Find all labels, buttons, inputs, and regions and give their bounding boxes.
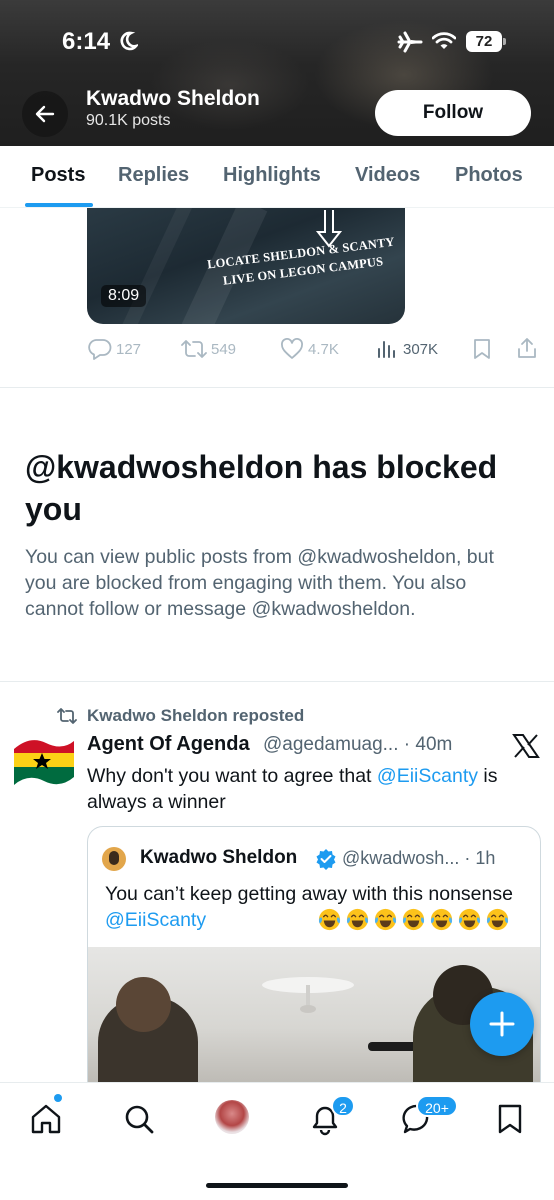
back-button[interactable] <box>22 91 68 137</box>
home-indicator <box>206 1183 348 1188</box>
views-chart-icon <box>378 341 395 358</box>
arrow-left-icon <box>35 105 55 123</box>
profile-avatar-tab[interactable] <box>215 1100 249 1134</box>
repost-count: 549 <box>211 340 237 358</box>
post-divider <box>0 387 554 388</box>
ceiling-fan <box>262 977 354 1013</box>
home-unread-dot <box>54 1094 62 1102</box>
repost-label: Kwadwo Sheldon reposted <box>87 706 305 725</box>
like-count: 4.7K <box>308 340 339 358</box>
heart-icon <box>281 338 303 359</box>
status-time: 6:14 <box>62 28 111 55</box>
laughing-crying-emoji-icon <box>374 908 397 931</box>
laughing-emoji-row <box>317 907 510 932</box>
reply-action[interactable]: 127 <box>88 337 141 361</box>
laughing-crying-emoji-icon <box>458 908 481 931</box>
blocked-message: You can view public posts from @kwadwosh… <box>25 546 494 620</box>
notifications-badge: 2 <box>331 1095 355 1117</box>
moon-icon <box>120 31 138 51</box>
laughing-crying-emoji-icon <box>402 908 425 931</box>
tab-highlights[interactable]: Highlights <box>223 164 321 187</box>
mention-link[interactable]: @EiiScanty <box>377 765 478 787</box>
profile-name: Kwadwo Sheldon <box>86 87 260 110</box>
author-avatar[interactable] <box>12 735 76 791</box>
battery-indicator: 72 <box>466 31 506 52</box>
laughing-crying-emoji-icon <box>430 908 453 931</box>
x-logo-icon <box>512 734 540 758</box>
battery-level: 72 <box>466 31 502 52</box>
tab-replies[interactable]: Replies <box>118 164 189 187</box>
airplane-icon <box>397 31 423 53</box>
repost-indicator-icon <box>57 708 77 724</box>
bookmark-icon[interactable] <box>472 338 492 360</box>
laughing-crying-emoji-icon <box>318 908 341 931</box>
active-tab-indicator <box>25 203 93 207</box>
video-duration: 8:09 <box>101 285 147 307</box>
compose-button[interactable] <box>470 992 534 1056</box>
tab-photos[interactable]: Photos <box>455 164 523 187</box>
laughing-crying-emoji-icon <box>346 908 369 931</box>
video-thumbnail[interactable]: LOCATE SHELDON & SCANTY LIVE ON LEGON CA… <box>87 208 405 324</box>
views-action[interactable]: 307K <box>376 337 438 361</box>
reply-count: 127 <box>116 340 142 358</box>
plus-icon <box>489 1011 515 1037</box>
profile-tabs: Posts Replies Highlights Videos Photos <box>0 146 554 208</box>
follow-button[interactable]: Follow <box>375 90 531 136</box>
blocked-title: @kwadwosheldon has blocked you <box>25 449 498 527</box>
quote-handle-time: @kwadwosh... · 1h <box>342 848 496 868</box>
repost-icon <box>181 340 207 358</box>
section-divider <box>0 681 554 682</box>
wifi-icon <box>432 32 456 49</box>
quoted-tweet[interactable]: Kwadwo Sheldon @kwadwosh... · 1h You can… <box>87 826 541 1126</box>
home-icon[interactable] <box>29 1102 63 1136</box>
quote-author-avatar <box>102 847 126 871</box>
tab-videos[interactable]: Videos <box>355 164 420 187</box>
laughing-crying-emoji-icon <box>486 908 509 931</box>
verified-badge-icon <box>316 849 336 870</box>
bookmarks-icon[interactable] <box>493 1102 527 1136</box>
tab-posts[interactable]: Posts <box>31 164 85 187</box>
tweet-text: Why don't you want to agree that @EiiSca… <box>87 765 498 813</box>
repost-action[interactable]: 549 <box>181 337 236 361</box>
quote-author-name: Kwadwo Sheldon <box>140 847 298 868</box>
reply-icon <box>88 339 112 360</box>
views-count: 307K <box>403 340 439 358</box>
author-name[interactable]: Agent Of Agenda <box>87 733 250 756</box>
author-handle-time: @agedamuag... · 40m <box>263 734 453 755</box>
share-icon[interactable] <box>516 337 538 359</box>
like-action[interactable]: 4.7K <box>280 337 339 361</box>
quote-mention-link[interactable]: @EiiScanty <box>105 909 206 931</box>
post-count: 90.1K posts <box>86 112 171 129</box>
search-icon[interactable] <box>122 1102 156 1136</box>
messages-badge: 20+ <box>416 1095 458 1117</box>
